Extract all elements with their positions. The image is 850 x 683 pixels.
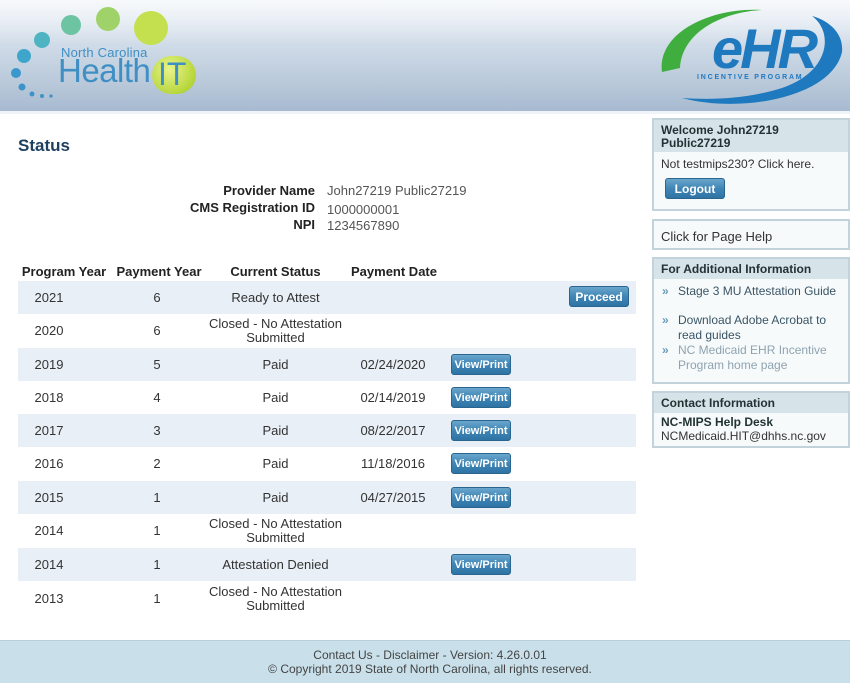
table-row: 2014 1 Attestation Denied View/Print — [18, 548, 636, 581]
table-row: 2015 1 Paid 04/27/2015 View/Print — [18, 481, 636, 514]
payment-date-cell — [353, 314, 433, 347]
status-cell: Closed - No Attestation Submitted — [209, 515, 342, 545]
table-row: 2020 6 Closed - No Attestation Submitted — [18, 314, 636, 347]
status-cell: Closed - No Attestation Submitted — [209, 583, 342, 613]
welcome-panel: Welcome John27219 Public27219 Not testmi… — [652, 118, 850, 211]
payment-year-cell: 4 — [153, 389, 161, 405]
program-year-cell: 2014 — [34, 522, 64, 538]
table-row: 2019 5 Paid 02/24/2020 View/Print — [18, 348, 636, 381]
status-cell: Paid — [262, 356, 289, 372]
payment-date-cell — [353, 582, 433, 615]
npi-label: NPI — [293, 217, 315, 232]
view-print-button[interactable]: View/Print — [451, 420, 511, 441]
page-title: Status — [18, 136, 70, 155]
view-print-button[interactable]: View/Print — [451, 487, 511, 508]
program-year-cell: 2018 — [34, 389, 64, 405]
payment-date-cell — [353, 281, 433, 314]
payment-year-cell: 5 — [153, 356, 161, 372]
not-user-link[interactable]: Not testmips230? Click here. — [661, 157, 814, 171]
status-cell: Ready to Attest — [231, 289, 320, 305]
view-print-button[interactable]: View/Print — [451, 554, 511, 575]
double-chevron-right-icon: » — [662, 284, 669, 298]
logo-main-text: Health — [58, 52, 151, 89]
logout-button[interactable]: Logout — [665, 178, 725, 199]
payment-year-cell: 1 — [153, 522, 161, 538]
payment-date-cell — [353, 548, 433, 581]
table-row: 2017 3 Paid 08/22/2017 View/Print — [18, 414, 636, 447]
table-row: 2014 1 Closed - No Attestation Submitted — [18, 514, 636, 547]
welcome-title: Welcome John27219 Public27219 — [661, 123, 779, 150]
payment-date-cell: 11/18/2016 — [360, 455, 426, 471]
program-year-cell: 2016 — [34, 455, 64, 471]
program-year-cell: 2014 — [34, 556, 64, 572]
status-cell: Closed - No Attestation Submitted — [209, 315, 342, 345]
column-header-program-year: Program Year — [21, 264, 107, 279]
payment-year-cell: 2 — [153, 455, 161, 471]
program-year-cell: 2021 — [34, 289, 64, 305]
provider-name-label: Provider Name — [223, 183, 315, 198]
payment-date-cell: 04/27/2015 — [360, 489, 426, 505]
column-header-payment-year: Payment Year — [116, 264, 202, 279]
view-print-button[interactable]: View/Print — [451, 387, 511, 408]
npi-value: 1234567890 — [327, 218, 400, 233]
contact-info-panel: Contact Information NC-MIPS Help Desk NC… — [652, 391, 850, 448]
payment-date-cell: 02/24/2020 — [360, 356, 426, 372]
status-cell: Paid — [262, 455, 289, 471]
payment-year-cell: 6 — [153, 322, 161, 338]
program-year-cell: 2019 — [34, 356, 64, 372]
payment-date-cell — [353, 514, 433, 547]
cms-id-value: 1000000001 — [327, 202, 400, 217]
payment-year-cell: 1 — [153, 556, 161, 572]
payment-year-cell: 3 — [153, 422, 161, 438]
cms-id-label: CMS Registration ID — [190, 200, 315, 215]
view-print-button[interactable]: View/Print — [451, 354, 511, 375]
payment-year-cell: 6 — [153, 289, 161, 305]
footer: Contact Us - Disclaimer - Version: 4.26.… — [0, 640, 850, 683]
additional-info-panel: For Additional Information » Stage 3 MU … — [652, 257, 850, 384]
double-chevron-right-icon: » — [662, 343, 669, 357]
page-help-panel: Click for Page Help — [652, 219, 850, 250]
column-header-payment-date: Payment Date — [351, 264, 437, 279]
table-row: 2018 4 Paid 02/14/2019 View/Print — [18, 381, 636, 414]
contact-info-title: Contact Information — [654, 393, 848, 413]
proceed-button[interactable]: Proceed — [569, 286, 629, 307]
additional-info-title: For Additional Information — [654, 259, 848, 279]
ehr-logo-text: eHR — [712, 17, 818, 80]
status-cell: Paid — [262, 389, 289, 405]
payment-year-cell: 1 — [153, 489, 161, 505]
status-cell: Paid — [262, 489, 289, 505]
footer-links[interactable]: Contact Us - Disclaimer - Version: 4.26.… — [0, 648, 850, 662]
program-year-cell: 2017 — [34, 422, 64, 438]
header-banner: North Carolina Health IT eHR INCENTIVE P… — [0, 0, 850, 114]
status-cell: Paid — [262, 422, 289, 438]
table-row: 2013 1 Closed - No Attestation Submitted — [18, 582, 636, 615]
status-cell: Attestation Denied — [222, 556, 329, 572]
provider-name-value: John27219 Public27219 — [327, 183, 467, 198]
ehr-logo-subtitle: INCENTIVE PROGRAM — [697, 74, 804, 81]
table-row: 2021 6 Ready to Attest Proceed — [18, 281, 636, 314]
help-desk-email[interactable]: NCMedicaid.HIT@dhhs.nc.gov — [661, 429, 826, 443]
view-print-button[interactable]: View/Print — [451, 453, 511, 474]
payment-date-cell: 02/14/2019 — [360, 389, 426, 405]
payment-date-cell: 08/22/2017 — [360, 422, 426, 438]
help-desk-name: NC-MIPS Help Desk — [661, 415, 774, 429]
column-header-current-status: Current Status — [230, 264, 321, 279]
program-year-cell: 2013 — [34, 590, 64, 606]
program-year-cell: 2020 — [34, 322, 64, 338]
footer-copyright: © Copyright 2019 State of North Carolina… — [268, 662, 592, 676]
payment-year-cell: 1 — [153, 590, 161, 606]
logo-it-text: IT — [158, 56, 187, 92]
page-help-link[interactable]: Click for Page Help — [661, 229, 772, 244]
double-chevron-right-icon: » — [662, 313, 669, 327]
program-year-cell: 2015 — [34, 489, 64, 505]
table-row: 2016 2 Paid 11/18/2016 View/Print — [18, 447, 636, 480]
